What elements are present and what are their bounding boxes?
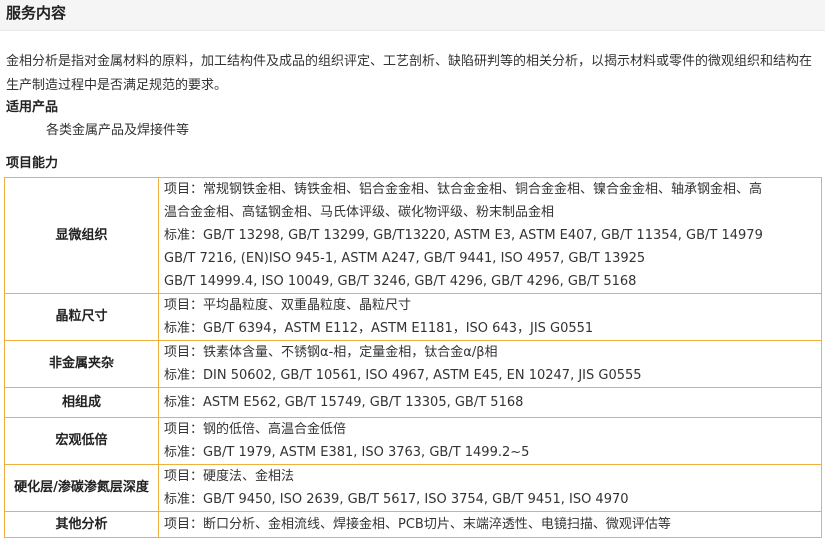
- intro-paragraph: 金相分析是指对金属材料的原料，加工结构件及成品的组织评定、工艺剖析、缺陷研判等的…: [6, 54, 813, 93]
- row-desc: 项目：硬度法、金相法 标准：GB/T 9450, ISO 2639, GB/T …: [158, 464, 822, 512]
- row-name: 其他分析: [4, 511, 159, 538]
- table-row: 相组成 标准：ASTM E562, GB/T 15749, GB/T 13305…: [4, 387, 822, 418]
- section-header: 服务内容: [0, 0, 825, 31]
- row-name: 宏观低倍: [4, 417, 159, 465]
- row-name: 显微组织: [4, 177, 159, 294]
- desc-line: 项目：钢的低倍、高温合金低倍: [164, 422, 347, 437]
- row-desc: 项目：平均晶粒度、双重晶粒度、晶粒尺寸 标准：GB/T 6394，ASTM E1…: [158, 293, 822, 341]
- desc-line: 标准：GB/T 1979, ASTM E381, ISO 3763, GB/T …: [164, 445, 530, 460]
- desc-line: 标准：GB/T 9450, ISO 2639, GB/T 5617, ISO 3…: [164, 492, 629, 507]
- table-row: 非金属夹杂 项目：铁素体含量、不锈钢α-相，定量金相，钛合金α/β相 标准：DI…: [4, 340, 822, 388]
- row-name: 晶粒尺寸: [4, 293, 159, 341]
- row-name: 硬化层/渗碳渗氮层深度: [4, 464, 159, 512]
- row-desc: 标准：ASTM E562, GB/T 15749, GB/T 13305, GB…: [158, 387, 822, 418]
- desc-line: 标准：GB/T 13298, GB/T 13299, GB/T13220, AS…: [164, 228, 763, 243]
- desc-line: 项目：平均晶粒度、双重晶粒度、晶粒尺寸: [164, 298, 412, 313]
- desc-line: 标准：GB/T 6394，ASTM E112，ASTM E1181，ISO 64…: [164, 321, 594, 336]
- table-row: 宏观低倍 项目：钢的低倍、高温合金低倍 标准：GB/T 1979, ASTM E…: [4, 417, 822, 465]
- row-desc: 项目：铁素体含量、不锈钢α-相，定量金相，钛合金α/β相 标准：DIN 5060…: [158, 340, 822, 388]
- table-row: 显微组织 项目：常规钢铁金相、铸铁金相、铝合金金相、钛合金金相、铜合金金相、镍合…: [4, 177, 822, 294]
- table-row: 硬化层/渗碳渗氮层深度 项目：硬度法、金相法 标准：GB/T 9450, ISO…: [4, 464, 822, 512]
- section-title: 服务内容: [6, 4, 67, 22]
- desc-line: 项目：硬度法、金相法: [164, 469, 295, 484]
- table-row: 晶粒尺寸 项目：平均晶粒度、双重晶粒度、晶粒尺寸 标准：GB/T 6394，AS…: [4, 293, 822, 341]
- row-desc: 项目：断口分析、金相流线、焊接金相、PCB切片、末端淬透性、电镜扫描、微观评估等: [158, 511, 822, 538]
- desc-line: 项目：断口分析、金相流线、焊接金相、PCB切片、末端淬透性、电镜扫描、微观评估等: [164, 517, 671, 532]
- table-row: 其他分析 项目：断口分析、金相流线、焊接金相、PCB切片、末端淬透性、电镜扫描、…: [4, 511, 822, 538]
- desc-line: 项目：铁素体含量、不锈钢α-相，定量金相，钛合金α/β相: [164, 345, 498, 360]
- desc-line: GB/T 14999.4, ISO 10049, GB/T 3246, GB/T…: [164, 274, 637, 289]
- desc-line: GB/T 7216, (EN)ISO 945-1, ASTM A247, GB/…: [164, 251, 646, 266]
- capabilities-table: 显微组织 项目：常规钢铁金相、铸铁金相、铝合金金相、钛合金金相、铜合金金相、镍合…: [4, 177, 822, 538]
- applicable-text: 各类金属产品及焊接件等: [46, 123, 190, 138]
- row-name: 非金属夹杂: [4, 340, 159, 388]
- row-name: 相组成: [4, 387, 159, 418]
- row-desc: 项目：常规钢铁金相、铸铁金相、铝合金金相、钛合金金相、铜合金金相、镍合金金相、轴…: [158, 177, 822, 294]
- desc-line: 标准：DIN 50602, GB/T 10561, ISO 4967, ASTM…: [164, 368, 642, 383]
- row-desc: 项目：钢的低倍、高温合金低倍 标准：GB/T 1979, ASTM E381, …: [158, 417, 822, 465]
- desc-line: 项目：常规钢铁金相、铸铁金相、铝合金金相、钛合金金相、铜合金金相、镍合金金相、轴…: [164, 182, 763, 197]
- applicable-heading: 适用产品: [6, 100, 59, 115]
- desc-line: 标准：ASTM E562, GB/T 15749, GB/T 13305, GB…: [164, 395, 524, 410]
- capabilities-heading: 项目能力: [6, 156, 59, 171]
- desc-line: 温合金金相、高锰钢金相、马氏体评级、碳化物评级、粉末制品金相: [164, 205, 555, 220]
